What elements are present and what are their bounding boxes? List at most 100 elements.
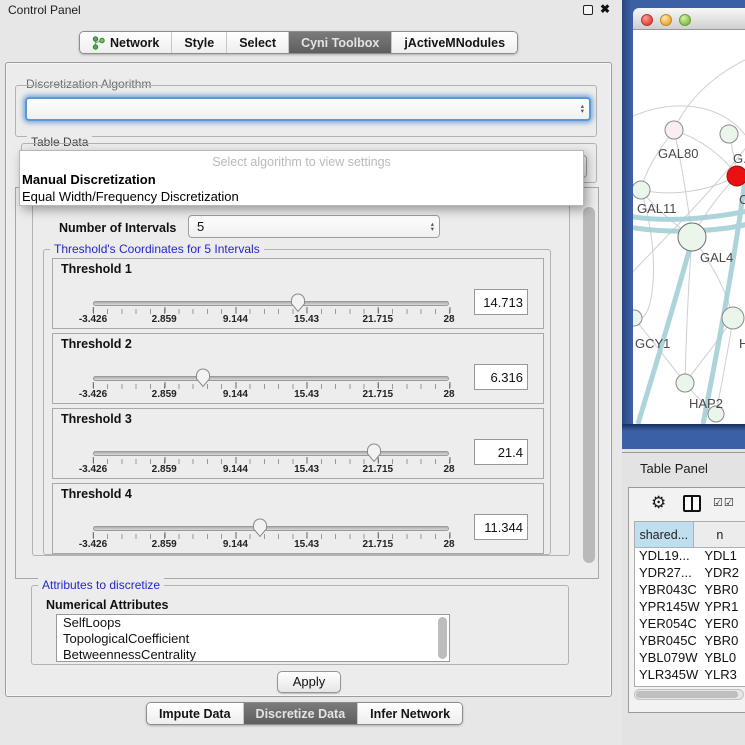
table-row[interactable]: YIL052C YIL0 (635, 684, 745, 687)
attribute-list-item[interactable]: BetweennessCentrality (57, 647, 449, 662)
table-row[interactable]: YLR345W YLR3 (635, 667, 745, 684)
node-label-partial-h: H (739, 336, 745, 351)
node-gal4[interactable] (678, 223, 706, 251)
column-header-shared-name[interactable]: shared... (635, 522, 694, 547)
tab-style[interactable]: Style (171, 32, 226, 53)
close-traffic-light[interactable] (641, 14, 653, 26)
checkbox-icons[interactable]: ☑☑ (713, 496, 735, 509)
gear-icon[interactable]: ⚙ (651, 493, 666, 513)
table-row[interactable]: YBL079W YBL0 (635, 650, 745, 667)
slider-tick-labels: -3.4262.8599.14415.4321.71528 (53, 464, 543, 476)
slider-tick-label: 15.43 (294, 464, 319, 475)
network-window-frame-bottom (622, 424, 745, 449)
close-icon[interactable]: ✖ (600, 2, 610, 16)
slider-tick-labels: -3.4262.8599.14415.4321.71528 (53, 314, 543, 326)
table-row[interactable]: YBR043C YBR0 (635, 582, 745, 599)
node-gal80[interactable] (665, 121, 683, 139)
slider-tick-label: -3.426 (79, 389, 107, 400)
slider-tick-label: 21.715 (363, 389, 394, 400)
table-row[interactable]: YPR145W YPR1 (635, 599, 745, 616)
node-red-selected[interactable] (727, 166, 745, 186)
vertical-scrollbar[interactable] (583, 207, 595, 563)
horizontal-scrollbar[interactable] (634, 689, 744, 700)
slider-track[interactable] (93, 451, 449, 456)
threshold-value-field[interactable]: 14.713 (474, 289, 528, 315)
slider-tick-label: 9.144 (223, 389, 248, 400)
tab-jactivemnodules[interactable]: jActiveMNodules (391, 32, 517, 53)
algorithm-combo[interactable]: ▴▾ (25, 97, 591, 121)
table-row[interactable]: YBR045C YBR0 (635, 633, 745, 650)
table-row[interactable]: YER054C YER0 (635, 616, 745, 633)
tab-select[interactable]: Select (226, 32, 288, 53)
slider-tick-label: 9.144 (223, 464, 248, 475)
stepper-icon[interactable]: ▴▾ (431, 216, 434, 237)
algorithm-dropdown-popup: Select algorithm to view settings Manual… (19, 150, 584, 206)
network-window-titlebar[interactable] (633, 8, 745, 30)
slider-tick-label: 15.43 (294, 539, 319, 550)
network-icon (92, 36, 105, 50)
horizontal-scrollbar-thumb[interactable] (636, 691, 738, 698)
threshold-row: Threshold 2 -3.4262.8599.14415.4321.7152… (52, 333, 544, 404)
node-gal11[interactable] (633, 181, 650, 199)
node-label-gal11: GAL11 (637, 201, 677, 216)
dropdown-option-equal-width[interactable]: Equal Width/Frequency Discretization (22, 189, 239, 204)
slider-tick-label: 2.859 (152, 464, 177, 475)
slider-tick-label: -3.426 (79, 464, 107, 475)
slider-track[interactable] (93, 526, 449, 531)
column-header-name[interactable]: n (694, 522, 745, 547)
interval-definition-group: Interval Definition Number of Intervals … (32, 198, 570, 556)
threshold-value-field[interactable]: 6.316 (474, 364, 528, 390)
attributes-group: Attributes to discretize Numerical Attri… (31, 585, 569, 665)
list-scrollbar[interactable] (438, 617, 447, 659)
num-intervals-label: Number of Intervals (59, 221, 176, 235)
tab-cyni-toolbox[interactable]: Cyni Toolbox (288, 32, 391, 53)
bottom-tabbar: Impute Data Discretize Data Infer Networ… (146, 702, 463, 725)
node-table[interactable]: shared... n YDL19... YDL1 YDR27... YDR2 … (634, 521, 745, 687)
node-gcy1[interactable] (633, 310, 642, 326)
settings-scroll-area[interactable]: Interval Definition Number of Intervals … (15, 187, 599, 579)
float-window-icon[interactable] (583, 5, 593, 15)
table-toolbar: ⚙ ☑☑ (629, 488, 745, 521)
tab-network[interactable]: Network (80, 32, 171, 53)
threshold-value-field[interactable]: 11.344 (474, 514, 528, 540)
slider-track[interactable] (93, 301, 449, 306)
node-label-hap2: HAP2 (689, 396, 723, 411)
table-row[interactable]: YDL19... YDL1 (635, 548, 745, 565)
split-table-icon[interactable] (683, 495, 701, 512)
tab-infer-network[interactable]: Infer Network (357, 703, 462, 724)
num-intervals-combo[interactable]: 5 ▴▾ (188, 215, 440, 238)
slider-tick-label: 9.144 (223, 539, 248, 550)
node-top-right[interactable] (720, 125, 738, 143)
table-row[interactable]: YDR27... YDR2 (635, 565, 745, 582)
tab-discretize-data[interactable]: Discretize Data (243, 703, 358, 724)
cyni-toolbox-panel: Discretization Algorithm ▴▾ Select algor… (5, 62, 612, 697)
attribute-list-item[interactable]: SelfLoops (57, 615, 449, 631)
apply-button[interactable]: Apply (277, 671, 341, 693)
numerical-attributes-list[interactable]: SelfLoopsTopologicalCoefficientBetweenne… (56, 614, 450, 662)
node-hap2[interactable] (676, 374, 694, 392)
network-canvas[interactable]: GAL80 G. C GAL11 GAL4 GCY1 H HAP2 (633, 30, 745, 424)
node-label-gal80: GAL80 (658, 146, 698, 161)
stepper-icon[interactable]: ▴▾ (581, 99, 584, 119)
table-panel-title: Table Panel (640, 461, 708, 476)
slider-tick-label: 21.715 (363, 314, 394, 325)
dropdown-option-manual[interactable]: Manual Discretization (22, 172, 156, 187)
slider-tick-label: -3.426 (79, 314, 107, 325)
slider-track[interactable] (93, 376, 449, 381)
control-panel-tabbar: Network Style Select Cyni Toolbox jActiv… (79, 31, 518, 54)
attribute-list-item[interactable]: TopologicalCoefficient (57, 631, 449, 647)
slider-tick-label: 28 (443, 464, 454, 475)
node-right-h[interactable] (722, 307, 744, 329)
thresholds-group-label: Threshold's Coordinates for 5 Intervals (50, 242, 264, 256)
threshold-value-field[interactable]: 21.4 (474, 439, 528, 465)
minimize-traffic-light[interactable] (660, 14, 672, 26)
attributes-label: Attributes to discretize (38, 578, 164, 592)
slider-tick-label: 28 (443, 314, 454, 325)
thresholds-group: Threshold's Coordinates for 5 Intervals … (43, 249, 551, 555)
num-intervals-value: 5 (197, 219, 204, 234)
zoom-traffic-light[interactable] (679, 14, 691, 26)
node-label-gal4: GAL4 (700, 250, 733, 265)
tab-impute-data[interactable]: Impute Data (147, 703, 243, 724)
control-panel-titlebar: Control Panel ✖ (0, 0, 622, 20)
numerical-attributes-label: Numerical Attributes (46, 598, 168, 612)
